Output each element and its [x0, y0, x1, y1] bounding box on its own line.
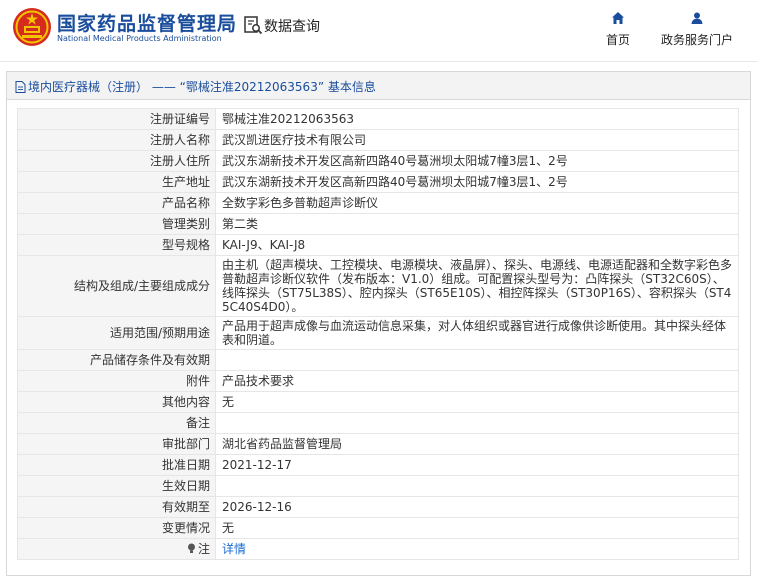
row-label: 生效日期 [17, 475, 216, 497]
row-value: 武汉凯进医疗技术有限公司 [215, 129, 739, 151]
row-value: 2026-12-16 [215, 496, 739, 518]
row-label: 附件 [17, 370, 216, 392]
table-row: 注册人名称 武汉凯进医疗技术有限公司 [17, 129, 739, 151]
table-row: 审批部门 湖北省药品监督管理局 [17, 433, 739, 455]
row-value: 湖北省药品监督管理局 [215, 433, 739, 455]
row-value [215, 349, 739, 371]
note-label-cell: 注 [17, 538, 216, 560]
table-row: 批准日期 2021-12-17 [17, 454, 739, 476]
search-document-icon[interactable] [243, 15, 263, 35]
row-value: 第二类 [215, 213, 739, 235]
row-label: 产品名称 [17, 192, 216, 214]
row-value: 2021-12-17 [215, 454, 739, 476]
details-link[interactable]: 详情 [222, 542, 246, 556]
table-row: 注册人住所 武汉东湖新技术开发区高新四路40号葛洲坝太阳城7幢3层1、2号 [17, 150, 739, 172]
row-label: 备注 [17, 412, 216, 434]
row-value: 鄂械注准20212063563 [215, 108, 739, 130]
row-label: 其他内容 [17, 391, 216, 413]
table-row: 变更情况 无 [17, 517, 739, 539]
panel-title: 境内医疗器械（注册） —— “鄂械注准20212063563” 基本信息 [7, 72, 750, 100]
note-value-cell: 详情 [215, 538, 739, 560]
table-row: 适用范围/预期用途 产品用于超声成像与血流运动信息采集，对人体组织或器官进行成像… [17, 316, 739, 350]
table-row: 其他内容 无 [17, 391, 739, 413]
nav-portal-label: 政务服务门户 [660, 33, 733, 47]
user-icon [691, 12, 703, 24]
table-row: 生产地址 武汉东湖新技术开发区高新四路40号葛洲坝太阳城7幢3层1、2号 [17, 171, 739, 193]
site-header: 国家药品监督管理局 National Medical Products Admi… [0, 0, 757, 62]
row-value [215, 412, 739, 434]
row-value: 全数字彩色多普勒超声诊断仪 [215, 192, 739, 214]
row-label: 注册人名称 [17, 129, 216, 151]
row-value: KAI-J9、KAI-J8 [215, 234, 739, 256]
row-label: 变更情况 [17, 517, 216, 539]
row-label: 管理类别 [17, 213, 216, 235]
brand-name-en: National Medical Products Administration [57, 34, 222, 43]
data-query-link[interactable]: 数据查询 [264, 16, 320, 36]
row-label: 生产地址 [17, 171, 216, 193]
row-value: 武汉东湖新技术开发区高新四路40号葛洲坝太阳城7幢3层1、2号 [215, 150, 739, 172]
row-label: 注册人住所 [17, 150, 216, 172]
row-value: 无 [215, 391, 739, 413]
table-row: 备注 [17, 412, 739, 434]
row-label: 审批部门 [17, 433, 216, 455]
row-label: 注 [197, 542, 210, 556]
row-value: 无 [215, 517, 739, 539]
bulb-icon [187, 543, 195, 553]
brand-name-cn: 国家药品监督管理局 [57, 13, 238, 35]
table-row: 产品名称 全数字彩色多普勒超声诊断仪 [17, 192, 739, 214]
table-row: 有效期至 2026-12-16 [17, 496, 739, 518]
row-value [215, 475, 739, 497]
row-label: 适用范围/预期用途 [17, 316, 216, 350]
row-value: 由主机（超声模块、工控模块、电源模块、液晶屏）、探头、电源线、电源适配器和全数字… [215, 255, 739, 317]
home-icon [612, 12, 624, 24]
table-row: 注 详情 [17, 538, 739, 560]
table-row: 产品储存条件及有效期 [17, 349, 739, 371]
nav-home-label: 首页 [605, 33, 630, 47]
table-row: 生效日期 [17, 475, 739, 497]
row-value: 产品技术要求 [215, 370, 739, 392]
table-row: 结构及组成/主要组成成分 由主机（超声模块、工控模块、电源模块、液晶屏）、探头、… [17, 255, 739, 317]
table-row: 附件 产品技术要求 [17, 370, 739, 392]
table-row: 管理类别 第二类 [17, 213, 739, 235]
table-row: 型号规格 KAI-J9、KAI-J8 [17, 234, 739, 256]
row-label: 有效期至 [17, 496, 216, 518]
table-row: 注册证编号 鄂械注准20212063563 [17, 108, 739, 130]
nav-portal-link[interactable]: 政务服务门户 [650, 11, 744, 48]
panel-title-text: 境内医疗器械（注册） —— “鄂械注准20212063563” 基本信息 [28, 80, 376, 94]
row-label: 产品储存条件及有效期 [17, 349, 216, 371]
row-label: 注册证编号 [17, 108, 216, 130]
row-label: 批准日期 [17, 454, 216, 476]
document-icon [15, 81, 26, 93]
nav-home-link[interactable]: 首页 [596, 11, 640, 48]
national-emblem-icon[interactable] [12, 7, 52, 47]
row-value: 武汉东湖新技术开发区高新四路40号葛洲坝太阳城7幢3层1、2号 [215, 171, 739, 193]
row-label: 结构及组成/主要组成成分 [17, 255, 216, 317]
detail-table: 注册证编号 鄂械注准20212063563 注册人名称 武汉凯进医疗技术有限公司… [17, 108, 739, 560]
row-value: 产品用于超声成像与血流运动信息采集，对人体组织或器官进行成像供诊断使用。其中探头… [215, 316, 739, 350]
detail-panel: 境内医疗器械（注册） —— “鄂械注准20212063563” 基本信息 注册证… [6, 71, 751, 576]
row-label: 型号规格 [17, 234, 216, 256]
